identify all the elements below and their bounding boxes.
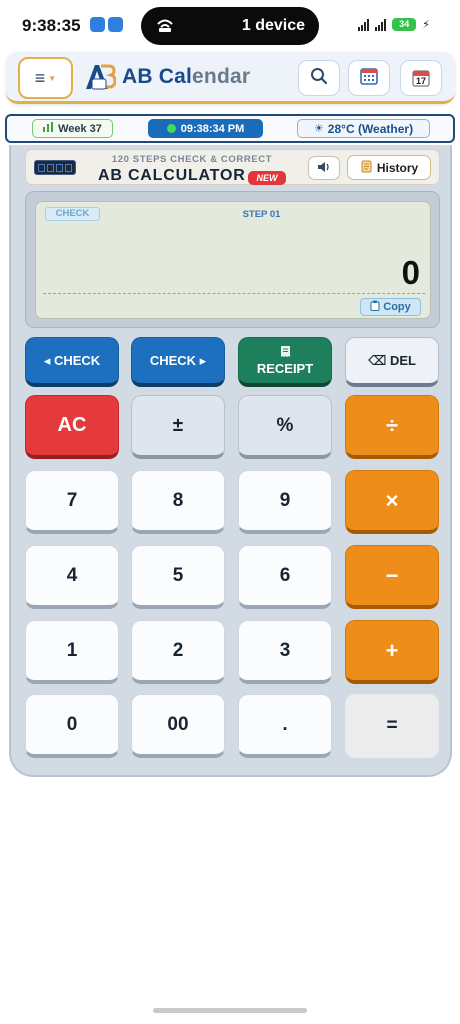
- notification-icons: [90, 17, 123, 32]
- new-badge: NEW: [248, 171, 286, 185]
- menu-button[interactable]: ≡ ▼: [18, 57, 73, 99]
- home-indicator[interactable]: [153, 1008, 307, 1013]
- calculator-subtitle: 120 STEPS CHECK & CORRECT: [111, 154, 273, 165]
- copy-button[interactable]: Copy: [360, 298, 421, 316]
- digit-4-button[interactable]: 4: [25, 545, 119, 609]
- today-button[interactable]: 17: [400, 60, 442, 96]
- sound-button[interactable]: [308, 156, 340, 180]
- digit-6-button[interactable]: 6: [238, 545, 332, 609]
- menu-icon: ≡: [34, 67, 46, 88]
- digit-0-button[interactable]: 0: [25, 694, 119, 758]
- app-notification-icon: [108, 17, 123, 32]
- receipt-icon: [280, 345, 291, 361]
- app-notification-icon: [90, 17, 105, 32]
- plus-minus-button[interactable]: ±: [131, 395, 225, 459]
- signal-icon: [358, 18, 370, 31]
- clock-label: 09:38:34 PM: [180, 122, 245, 135]
- double-zero-button[interactable]: 00: [131, 694, 225, 758]
- step-label: STEP 01: [242, 209, 281, 220]
- status-bar: 9:38:35 1 device 34 ⚡: [0, 0, 460, 52]
- digit-5-button[interactable]: 5: [131, 545, 225, 609]
- decimal-button[interactable]: .: [238, 694, 332, 758]
- calculator-display: CHECK STEP 01 0 Copy: [35, 201, 431, 319]
- clipboard-icon: [370, 300, 380, 314]
- receipt-button[interactable]: RECEIPT: [238, 337, 332, 387]
- charging-icon: ⚡: [422, 19, 430, 31]
- sun-icon: ☀: [313, 123, 324, 135]
- app-title: AB Calendar: [122, 65, 250, 89]
- app-title-part2: endar: [192, 65, 251, 88]
- digit-2-button[interactable]: 2: [131, 620, 225, 684]
- calculator-header: 120 STEPS CHECK & CORRECT AB CALCULATOR …: [25, 149, 440, 185]
- app-header: ≡ ▼ AB Calendar 17: [6, 52, 455, 104]
- app-title-part1: AB Cal: [122, 65, 193, 88]
- search-button[interactable]: [298, 60, 340, 96]
- percent-button[interactable]: %: [238, 395, 332, 459]
- equals-button[interactable]: =: [345, 694, 439, 758]
- clock-chip[interactable]: 09:38:34 PM: [148, 119, 263, 138]
- all-clear-button[interactable]: AC: [25, 395, 119, 459]
- plus-button[interactable]: +: [345, 620, 439, 684]
- calendar-day-number: 17: [415, 76, 426, 86]
- digit-9-button[interactable]: 9: [238, 470, 332, 534]
- delete-button[interactable]: ⌫ DEL: [345, 337, 439, 387]
- digit-7-button[interactable]: 7: [25, 470, 119, 534]
- battery-icon: 34: [392, 18, 417, 31]
- island-device-count: 1 device: [241, 17, 305, 34]
- weather-label: 28°C (Weather): [327, 121, 414, 136]
- digit-8-button[interactable]: 8: [131, 470, 225, 534]
- copy-label: Copy: [383, 301, 411, 313]
- status-indicators: 34 ⚡: [358, 18, 430, 31]
- info-bar: Week 37 09:38:34 PM ☀ 28°C (Weather): [5, 114, 455, 143]
- history-label: History: [376, 160, 419, 175]
- dynamic-island[interactable]: 1 device: [141, 7, 319, 45]
- minus-button[interactable]: −: [345, 545, 439, 609]
- weather-chip[interactable]: ☀ 28°C (Weather): [297, 119, 430, 138]
- digit-1-button[interactable]: 1: [25, 620, 119, 684]
- app-logo: [84, 62, 117, 92]
- hotspot-icon: [155, 17, 175, 37]
- keypad: ◂ CHECK CHECK ▸ RECEIPT ⌫ DEL AC ± % ÷ 7…: [25, 337, 440, 758]
- divide-button[interactable]: ÷: [345, 395, 439, 459]
- display-value: 0: [401, 254, 420, 291]
- check-next-button[interactable]: CHECK ▸: [131, 337, 225, 387]
- speaker-icon: [317, 161, 331, 176]
- calculator-title: AB CALCULATOR: [98, 167, 246, 184]
- receipt-label: RECEIPT: [256, 361, 314, 376]
- lcd-icon: [34, 160, 76, 175]
- calculator: 120 STEPS CHECK & CORRECT AB CALCULATOR …: [9, 145, 452, 777]
- chevron-down-icon: ▼: [48, 73, 57, 83]
- live-indicator-icon: [166, 124, 176, 133]
- week-label: Week 37: [58, 122, 102, 135]
- calendar-17-icon: 17: [411, 68, 431, 88]
- display-frame: CHECK STEP 01 0 Copy: [25, 191, 440, 328]
- multiply-button[interactable]: ×: [345, 470, 439, 534]
- search-icon: [310, 67, 328, 90]
- bar-chart-icon: [43, 122, 54, 135]
- digit-3-button[interactable]: 3: [238, 620, 332, 684]
- calendar-button[interactable]: [348, 60, 390, 96]
- week-chip[interactable]: Week 37: [32, 119, 113, 138]
- check-previous-button[interactable]: ◂ CHECK: [25, 337, 119, 387]
- calendar-icon: [359, 66, 379, 91]
- scroll-icon: [360, 160, 372, 176]
- status-time: 9:38:35: [22, 16, 81, 35]
- display-divider: [43, 293, 425, 294]
- history-button[interactable]: History: [347, 155, 431, 180]
- signal-icon: [375, 18, 387, 31]
